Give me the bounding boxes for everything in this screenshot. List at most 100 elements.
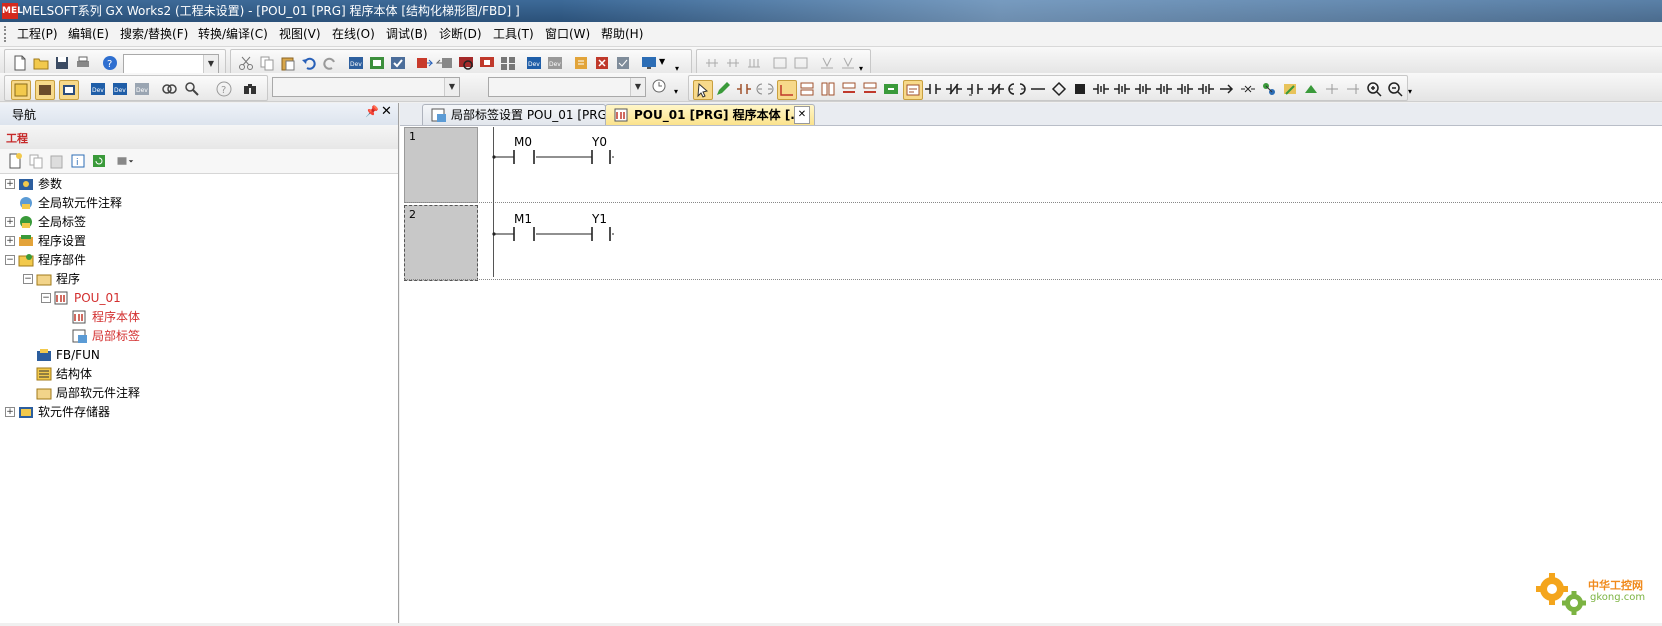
view-options-icon[interactable] bbox=[116, 152, 140, 170]
read-plc-icon[interactable] bbox=[436, 54, 454, 72]
simulation-start-icon[interactable] bbox=[572, 54, 590, 72]
refresh-icon[interactable] bbox=[90, 152, 108, 170]
arrow-fb-icon[interactable] bbox=[1302, 80, 1320, 98]
tree-item-program[interactable]: − 程序 bbox=[0, 270, 398, 288]
watch-icon[interactable] bbox=[160, 80, 178, 98]
device-list-icon[interactable]: Dev bbox=[347, 54, 365, 72]
select-mode-icon[interactable] bbox=[693, 80, 713, 100]
simulation-stop-icon[interactable] bbox=[593, 54, 611, 72]
ladder-tool-7-icon[interactable] bbox=[839, 54, 857, 72]
collapse-icon[interactable]: − bbox=[5, 255, 15, 265]
print-icon[interactable] bbox=[74, 54, 92, 72]
device-window-2-icon[interactable]: Dev bbox=[111, 80, 129, 98]
collapse-icon[interactable]: − bbox=[23, 274, 33, 284]
device-search-combo[interactable]: ▼ bbox=[272, 77, 460, 97]
chevron-down-icon[interactable]: ▼ bbox=[659, 57, 665, 66]
toolbar-overflow-icon[interactable]: ▾ bbox=[674, 87, 678, 96]
menu-edit[interactable]: 编辑(E) bbox=[68, 26, 109, 42]
tree-item-global-comment[interactable]: 全局软元件注释 bbox=[0, 194, 398, 212]
label-search-combo[interactable]: ▼ bbox=[488, 77, 646, 97]
ladder-contact-icon[interactable] bbox=[735, 80, 753, 98]
device-window-3-icon[interactable]: Dev bbox=[133, 80, 151, 98]
open-contact-or-icon[interactable] bbox=[966, 80, 984, 98]
partner-window-icon[interactable] bbox=[35, 80, 55, 100]
zoom-in-icon[interactable] bbox=[1365, 80, 1383, 98]
copy-data-icon[interactable] bbox=[27, 152, 45, 170]
rising-edge-icon[interactable] bbox=[1092, 80, 1110, 98]
write-plc-icon[interactable] bbox=[415, 54, 433, 72]
open-contact-icon[interactable] bbox=[924, 80, 942, 98]
toolbar-overflow-icon[interactable]: ▾ bbox=[675, 64, 679, 73]
tree-item-parameter[interactable]: + 参数 bbox=[0, 175, 398, 193]
close-tab-icon[interactable]: ✕ bbox=[794, 106, 810, 124]
ladder-tool-4-icon[interactable] bbox=[771, 54, 789, 72]
undo-icon[interactable] bbox=[300, 54, 318, 72]
delete-row-icon[interactable] bbox=[840, 80, 858, 98]
jump-icon[interactable] bbox=[1239, 80, 1257, 98]
insert-row-icon[interactable] bbox=[798, 80, 816, 98]
ladder-coil-icon[interactable] bbox=[756, 80, 774, 98]
menu-view[interactable]: 视图(V) bbox=[279, 26, 321, 42]
new-data-icon[interactable] bbox=[6, 152, 24, 170]
function-block-icon[interactable] bbox=[1071, 80, 1089, 98]
tree-item-program-body[interactable]: 程序本体 bbox=[0, 308, 398, 326]
menu-diagnostics[interactable]: 诊断(D) bbox=[439, 26, 482, 42]
menu-find-replace[interactable]: 搜索/替换(F) bbox=[120, 26, 188, 42]
convert-all-icon[interactable] bbox=[389, 54, 407, 72]
properties-icon[interactable]: i bbox=[69, 152, 87, 170]
project-section-header[interactable]: 工程 bbox=[0, 125, 398, 150]
delete-branch-icon[interactable] bbox=[1344, 80, 1362, 98]
expand-icon[interactable]: + bbox=[5, 217, 15, 227]
menu-window[interactable]: 窗口(W) bbox=[545, 26, 590, 42]
close-icon[interactable]: ✕ bbox=[381, 104, 392, 119]
rung-1-circuit[interactable] bbox=[490, 146, 630, 168]
monitor-stop-icon[interactable] bbox=[478, 54, 496, 72]
monitor-grid-icon[interactable] bbox=[499, 54, 517, 72]
parameter-check-icon[interactable] bbox=[614, 54, 632, 72]
closed-contact-or-icon[interactable] bbox=[987, 80, 1005, 98]
screen-icon[interactable] bbox=[640, 54, 658, 72]
redo-icon[interactable] bbox=[321, 54, 339, 72]
project-combo[interactable]: ▼ bbox=[123, 54, 219, 74]
insert-column-icon[interactable] bbox=[819, 80, 837, 98]
menu-help[interactable]: 帮助(H) bbox=[601, 26, 643, 42]
connection-icon[interactable] bbox=[1260, 80, 1278, 98]
hline-icon[interactable] bbox=[1029, 80, 1047, 98]
monitor-icon[interactable] bbox=[457, 54, 475, 72]
closed-contact-icon[interactable] bbox=[945, 80, 963, 98]
rung-2-circuit[interactable] bbox=[490, 223, 630, 245]
arrow-right-icon[interactable] bbox=[1218, 80, 1236, 98]
paste-icon[interactable] bbox=[279, 54, 297, 72]
tree-item-pou01[interactable]: − POU_01 bbox=[0, 289, 398, 307]
ladder-tool-2-icon[interactable] bbox=[724, 54, 742, 72]
device-test-icon[interactable]: Dev bbox=[525, 54, 543, 72]
open-folder-icon[interactable] bbox=[32, 54, 50, 72]
tab-local-label-setting[interactable]: 局部标签设置 POU_01 [PRG] bbox=[422, 104, 612, 125]
search-device-icon[interactable] bbox=[183, 80, 201, 98]
pen-icon[interactable] bbox=[714, 80, 732, 98]
new-file-icon[interactable] bbox=[11, 54, 29, 72]
comment-mode-icon[interactable] bbox=[903, 80, 923, 100]
tree-item-local-comment[interactable]: 局部软元件注释 bbox=[0, 384, 398, 402]
delete-column-icon[interactable] bbox=[861, 80, 879, 98]
menu-grip-icon[interactable] bbox=[4, 26, 9, 42]
pulse-and-icon[interactable] bbox=[1155, 80, 1173, 98]
copy-icon[interactable] bbox=[258, 54, 276, 72]
negative-pulse-2-icon[interactable] bbox=[1197, 80, 1215, 98]
pin-icon[interactable]: 📌 bbox=[365, 105, 379, 118]
save-icon[interactable] bbox=[53, 54, 71, 72]
falling-edge-icon[interactable] bbox=[1113, 80, 1131, 98]
ladder-tool-1-icon[interactable] bbox=[703, 54, 721, 72]
diamond-icon[interactable] bbox=[1050, 80, 1068, 98]
cut-icon[interactable] bbox=[237, 54, 255, 72]
menu-compile[interactable]: 转换/编译(C) bbox=[198, 26, 268, 42]
tree-item-fb-fun[interactable]: FB/FUN bbox=[0, 346, 398, 364]
clock-icon[interactable] bbox=[650, 77, 668, 95]
fb-insert-icon[interactable] bbox=[882, 80, 900, 98]
rung-number-cell[interactable]: 2 bbox=[404, 205, 478, 281]
menu-online[interactable]: 在线(O) bbox=[332, 26, 375, 42]
navigation-window-icon[interactable] bbox=[11, 80, 31, 100]
ladder-line-mode-icon[interactable] bbox=[777, 80, 797, 100]
insert-branch-icon[interactable] bbox=[1323, 80, 1341, 98]
binoculars-icon[interactable] bbox=[241, 80, 259, 98]
